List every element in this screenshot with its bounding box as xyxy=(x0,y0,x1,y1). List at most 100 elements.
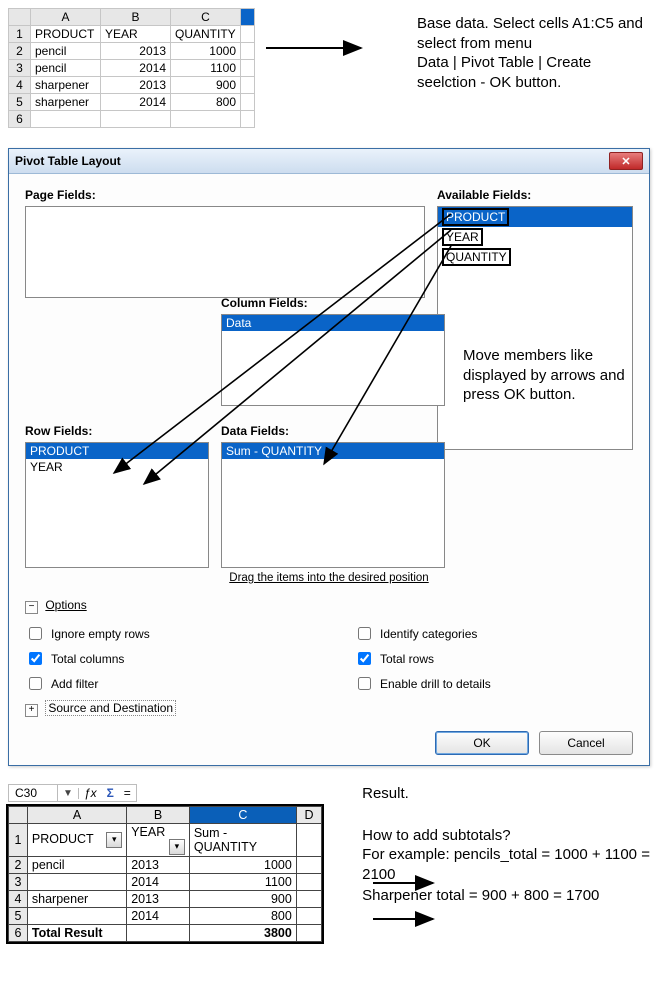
cell[interactable] xyxy=(241,43,255,60)
ok-button[interactable]: OK xyxy=(435,731,529,755)
cell[interactable] xyxy=(296,824,321,857)
cell[interactable] xyxy=(296,857,321,874)
cell[interactable]: 900 xyxy=(189,891,296,908)
cell[interactable] xyxy=(241,94,255,111)
col-header[interactable]: A xyxy=(31,9,101,26)
expand-icon[interactable]: + xyxy=(25,704,38,717)
col-header[interactable]: C xyxy=(171,9,241,26)
data-fields-list[interactable]: Sum - QUANTITY xyxy=(221,442,445,568)
row-header[interactable]: 2 xyxy=(9,43,31,60)
col-header[interactable]: A xyxy=(27,807,126,824)
close-button[interactable]: ✕ xyxy=(609,152,643,170)
row-fields-list[interactable]: PRODUCT YEAR xyxy=(25,442,209,568)
cell[interactable] xyxy=(241,60,255,77)
name-box[interactable]: C30 xyxy=(9,785,58,801)
cell[interactable]: Sum - QUANTITY xyxy=(189,824,296,857)
opt-ignore-empty[interactable]: Ignore empty rows xyxy=(25,624,304,643)
opt-enable-drill[interactable]: Enable drill to details xyxy=(354,674,633,693)
opt-total-columns[interactable]: Total columns xyxy=(25,649,304,668)
cell[interactable]: YEAR▾ xyxy=(127,824,190,857)
cell[interactable]: 1000 xyxy=(189,857,296,874)
cell[interactable] xyxy=(31,111,101,128)
dialog-titlebar[interactable]: Pivot Table Layout ✕ xyxy=(9,149,649,174)
cell-total-value[interactable]: 3800 xyxy=(189,925,296,942)
cell[interactable] xyxy=(27,908,126,925)
cell[interactable]: 1100 xyxy=(171,60,241,77)
row-header[interactable]: 1 xyxy=(9,824,28,857)
row-header[interactable]: 6 xyxy=(9,111,31,128)
cell[interactable]: 2014 xyxy=(101,60,171,77)
cell[interactable] xyxy=(296,908,321,925)
opt-total-rows[interactable]: Total rows xyxy=(354,649,633,668)
cell[interactable] xyxy=(296,925,321,942)
cell[interactable] xyxy=(296,874,321,891)
dropdown-icon[interactable]: ▾ xyxy=(169,839,185,855)
cell[interactable]: sharpener xyxy=(31,77,101,94)
cell[interactable]: sharpener xyxy=(27,891,126,908)
cell[interactable]: 2014 xyxy=(127,874,190,891)
fx-icon[interactable]: ƒx xyxy=(79,786,102,800)
col-field-data[interactable]: Data xyxy=(222,315,444,331)
cell[interactable]: 900 xyxy=(171,77,241,94)
cell[interactable] xyxy=(296,891,321,908)
cell[interactable]: sharpener xyxy=(31,94,101,111)
col-header[interactable]: B xyxy=(101,9,171,26)
cell[interactable]: QUANTITY xyxy=(171,26,241,43)
row-header[interactable]: 5 xyxy=(9,908,28,925)
cell[interactable]: 1000 xyxy=(171,43,241,60)
row-header[interactable]: 6 xyxy=(9,925,28,942)
page-fields-list[interactable] xyxy=(25,206,425,298)
cell[interactable]: PRODUCT xyxy=(31,26,101,43)
cell[interactable]: 800 xyxy=(171,94,241,111)
row-header[interactable]: 4 xyxy=(9,77,31,94)
row-header[interactable]: 3 xyxy=(9,60,31,77)
cell-total-label[interactable]: Total Result xyxy=(27,925,126,942)
cell[interactable]: pencil xyxy=(31,60,101,77)
field-product[interactable]: PRODUCT xyxy=(438,207,632,227)
cell[interactable]: 2013 xyxy=(101,77,171,94)
field-year[interactable]: YEAR xyxy=(438,227,632,247)
cell[interactable]: YEAR xyxy=(101,26,171,43)
col-header[interactable]: D xyxy=(296,807,321,824)
cell[interactable]: pencil xyxy=(31,43,101,60)
row-field-year[interactable]: YEAR xyxy=(26,459,208,475)
data-field-sumqty[interactable]: Sum - QUANTITY xyxy=(222,443,444,459)
cell[interactable] xyxy=(241,26,255,43)
sum-icon[interactable]: Σ xyxy=(102,786,119,800)
cell[interactable]: pencil xyxy=(27,857,126,874)
dropdown-icon[interactable]: ▼ xyxy=(58,788,79,799)
row-header[interactable]: 5 xyxy=(9,94,31,111)
opt-identify-categories[interactable]: Identify categories xyxy=(354,624,633,643)
field-quantity[interactable]: QUANTITY xyxy=(438,247,632,267)
row-header[interactable]: 1 xyxy=(9,26,31,43)
source-destination-header[interactable]: + Source and Destination xyxy=(25,701,633,717)
column-fields-list[interactable]: Data xyxy=(221,314,445,406)
cell[interactable] xyxy=(101,111,171,128)
cell[interactable]: 2013 xyxy=(127,857,190,874)
row-header[interactable]: 4 xyxy=(9,891,28,908)
cell[interactable] xyxy=(171,111,241,128)
row-field-product[interactable]: PRODUCT xyxy=(26,443,208,459)
dropdown-icon[interactable]: ▾ xyxy=(106,832,122,848)
cell[interactable] xyxy=(241,111,255,128)
row-header[interactable]: 2 xyxy=(9,857,28,874)
cell[interactable]: 2013 xyxy=(127,891,190,908)
collapse-icon[interactable]: − xyxy=(25,601,38,614)
col-header-next[interactable] xyxy=(241,9,255,26)
cell[interactable]: 1100 xyxy=(189,874,296,891)
cell[interactable] xyxy=(27,874,126,891)
cell[interactable] xyxy=(241,77,255,94)
equals-icon[interactable]: = xyxy=(119,786,136,800)
options-header[interactable]: − Options xyxy=(25,598,633,614)
cell[interactable]: 2014 xyxy=(101,94,171,111)
cell[interactable]: PRODUCT▾ xyxy=(27,824,126,857)
opt-add-filter[interactable]: Add filter xyxy=(25,674,304,693)
col-header[interactable]: B xyxy=(127,807,190,824)
row-header[interactable]: 3 xyxy=(9,874,28,891)
cell[interactable]: 2014 xyxy=(127,908,190,925)
cancel-button[interactable]: Cancel xyxy=(539,731,633,755)
cell[interactable]: 2013 xyxy=(101,43,171,60)
cell[interactable] xyxy=(127,925,190,942)
col-header-selected[interactable]: C xyxy=(189,807,296,824)
cell[interactable]: 800 xyxy=(189,908,296,925)
